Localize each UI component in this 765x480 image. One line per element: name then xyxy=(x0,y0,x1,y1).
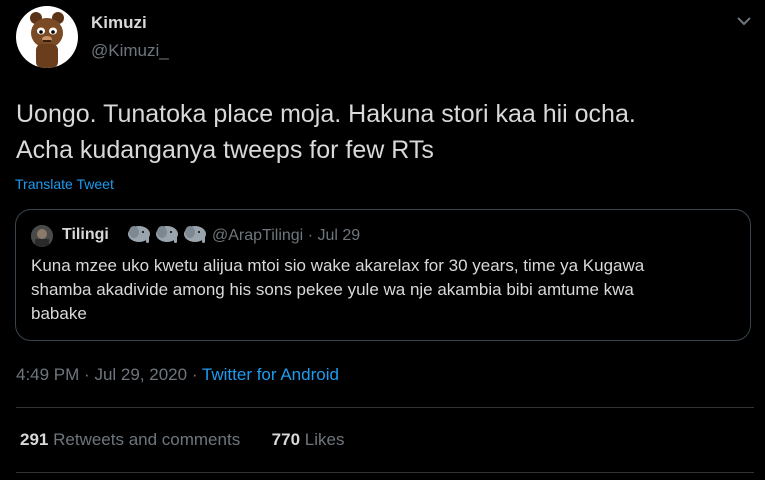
author-avatar[interactable] xyxy=(16,6,78,68)
tweet-stats: 291 Retweets and comments 770 Likes xyxy=(20,430,344,450)
quoted-text: Kuna mzee uko kwetu alijua mtoi sio wake… xyxy=(31,254,737,326)
tweet-time[interactable]: 4:49 PM xyxy=(16,365,79,384)
tweet-date[interactable]: Jul 29, 2020 xyxy=(94,365,187,384)
tweet-source-link[interactable]: Twitter for Android xyxy=(202,365,339,384)
retweets-label: Retweets and comments xyxy=(53,430,241,449)
quoted-avatar xyxy=(31,225,53,247)
meta-separator: · xyxy=(191,365,198,384)
likes-count: 770 xyxy=(271,430,301,449)
quoted-date: Jul 29 xyxy=(317,227,361,244)
quoted-line: shamba akadivide among his sons pekee yu… xyxy=(31,280,634,299)
divider xyxy=(16,472,754,473)
elephant-emoji-icon xyxy=(128,226,150,243)
chevron-down-icon[interactable] xyxy=(736,14,752,26)
quoted-separator: · xyxy=(307,227,314,244)
translate-tweet-link[interactable]: Translate Tweet xyxy=(15,176,114,192)
likes-stat[interactable]: 770 Likes xyxy=(272,430,345,449)
quoted-emoji-row xyxy=(126,222,212,246)
tweet-text: Uongo. Tunatoka place moja. Hakuna stori… xyxy=(16,96,756,168)
quoted-tweet[interactable]: Tilingi @ArapTilingi · Jul 29 Kuna mzee … xyxy=(15,209,751,341)
meta-separator: · xyxy=(84,365,90,384)
retweets-stat[interactable]: 291 Retweets and comments xyxy=(20,430,240,449)
author-handle[interactable]: @Kimuzi_ xyxy=(91,41,169,61)
divider xyxy=(16,407,754,408)
author-name[interactable]: Kimuzi xyxy=(91,13,147,33)
elephant-emoji-icon xyxy=(156,226,178,243)
quoted-handle: @ArapTilingi xyxy=(212,227,304,244)
tweet-line: Acha kudanganya tweeps for few RTs xyxy=(16,136,434,164)
tweet-meta: 4:49 PM · Jul 29, 2020 · Twitter for And… xyxy=(16,365,339,385)
likes-label: Likes xyxy=(304,430,345,449)
tweet-line: Uongo. Tunatoka place moja. Hakuna stori… xyxy=(16,100,636,128)
retweets-count: 291 xyxy=(20,430,49,449)
quoted-line: Kuna mzee uko kwetu alijua mtoi sio wake… xyxy=(31,256,645,275)
quoted-line: babake xyxy=(31,304,87,323)
elephant-emoji-icon xyxy=(184,226,206,243)
quoted-handle-and-date: @ArapTilingi · Jul 29 xyxy=(212,227,360,245)
quoted-author-name: Tilingi xyxy=(62,226,109,243)
